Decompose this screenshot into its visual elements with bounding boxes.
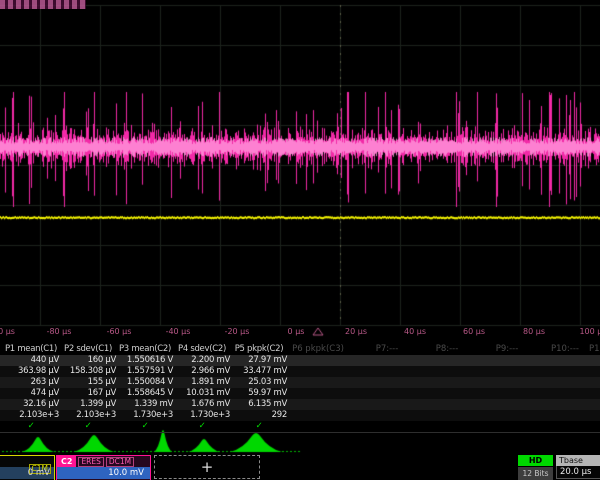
measure-column-header-inactive[interactable]: P11 — [589, 344, 600, 354]
measure-value: 1.399 µV — [60, 399, 116, 409]
measure-value: 167 µV — [60, 388, 116, 398]
cropped-top-label — [0, 0, 86, 9]
c2-channel-chip: C2 — [57, 456, 76, 467]
status-check-icon: ✓ — [174, 421, 230, 431]
measure-value: 25.03 mV — [231, 377, 287, 387]
measure-value: 1.557591 V — [117, 366, 173, 376]
measure-value: 160 µV — [60, 355, 116, 365]
c2-descriptor-box[interactable]: C2 ERES DC1M 10.0 mV — [56, 455, 151, 480]
plus-icon: + — [201, 458, 214, 476]
measure-column-header-inactive[interactable]: P8:--- — [436, 344, 459, 354]
measure-column-header-inactive[interactable]: P9:--- — [496, 344, 519, 354]
timebase-tick-label: -100 µs — [0, 327, 15, 336]
measure-value: 6.135 mV — [231, 399, 287, 409]
status-check-icon: ✓ — [60, 421, 116, 431]
measure-value: 1.550084 V — [117, 377, 173, 387]
measure-value: 1.730e+3 — [117, 410, 173, 420]
measure-column-header[interactable]: P1 mean(C1) — [3, 344, 59, 354]
measure-value: 1.730e+3 — [174, 410, 230, 420]
timebase-tick-label: 20 µs — [345, 327, 367, 336]
measure-value: 155 µV — [60, 377, 116, 387]
measure-value: 59.97 mV — [231, 388, 287, 398]
measure-value: 2.966 mV — [174, 366, 230, 376]
status-check-icon: ✓ — [117, 421, 173, 431]
add-trace-button[interactable]: + — [154, 455, 260, 479]
c2-coupling-tag: DC1M — [106, 457, 134, 467]
measure-value: 10.031 mV — [174, 388, 230, 398]
c2-eres-tag: ERES — [78, 457, 103, 467]
hd-mode-badge[interactable]: HD — [518, 455, 553, 466]
measure-column-header[interactable]: P2 sdev(C1) — [60, 344, 116, 354]
timebase-tick-label: 60 µs — [463, 327, 485, 336]
measure-value: 440 µV — [3, 355, 59, 365]
timebase-title: Tbase — [556, 455, 600, 466]
measure-value: 2.200 mV — [174, 355, 230, 365]
measure-column-header[interactable]: P3 mean(C2) — [117, 344, 173, 354]
timebase-tick-label: 0 µs — [288, 327, 305, 336]
table-separator — [0, 432, 600, 433]
measure-value: 363.98 µV — [3, 366, 59, 376]
measure-value: 1.550616 V — [117, 355, 173, 365]
measure-column-header-inactive[interactable]: P10:--- — [551, 344, 579, 354]
measure-value: 292 — [231, 410, 287, 420]
measure-value: 1.891 mV — [174, 377, 230, 387]
measure-value: 1.339 mV — [117, 399, 173, 409]
c1-descriptor-box[interactable]: C1M 0 mV — [0, 455, 55, 480]
timebase-tick-label: 100 µs — [579, 327, 600, 336]
timebase-tick-label: -80 µs — [47, 327, 72, 336]
timebase-scale-value: 20.0 µs — [556, 466, 600, 479]
measure-column-header-inactive[interactable]: P6 pkpk(C3) — [292, 344, 344, 354]
measure-value: 263 µV — [3, 377, 59, 387]
measure-value: 27.97 mV — [231, 355, 287, 365]
measure-value: 474 µV — [3, 388, 59, 398]
c2-descriptor-header: C2 ERES DC1M — [57, 456, 150, 467]
status-check-icon: ✓ — [231, 421, 287, 431]
measure-column-header-inactive[interactable]: P7:--- — [376, 344, 399, 354]
timebase-tick-label: -20 µs — [225, 327, 250, 336]
c1-descriptor-header: C1M — [0, 456, 54, 467]
timebase-descriptor-box[interactable]: Tbase 20.0 µs — [556, 455, 600, 480]
measure-column-header[interactable]: P5 pkpk(C2) — [231, 344, 287, 354]
measure-value: 2.103e+3 — [60, 410, 116, 420]
c2-scale-value: 10.0 mV — [57, 467, 150, 479]
c1-scale-value: 0 mV — [0, 467, 54, 479]
measure-value: 33.477 mV — [231, 366, 287, 376]
timebase-tick-label: 80 µs — [523, 327, 545, 336]
measure-value: 1.558645 V — [117, 388, 173, 398]
oscilloscope-screen: -100 µs -80 µs -60 µs -40 µs -20 µs 0 µs 20 µs… — [0, 0, 600, 480]
status-check-icon: ✓ — [3, 421, 59, 431]
measure-value: 158.308 µV — [60, 366, 116, 376]
timebase-tick-label: -40 µs — [166, 327, 191, 336]
hd-bits-label: 12 Bits — [518, 467, 553, 480]
measure-value: 32.16 µV — [3, 399, 59, 409]
timebase-tick-label: -60 µs — [107, 327, 132, 336]
measure-value: 2.103e+3 — [3, 410, 59, 420]
measure-value: 1.676 mV — [174, 399, 230, 409]
measure-column-header[interactable]: P4 sdev(C2) — [174, 344, 230, 354]
timebase-tick-label: 40 µs — [404, 327, 426, 336]
